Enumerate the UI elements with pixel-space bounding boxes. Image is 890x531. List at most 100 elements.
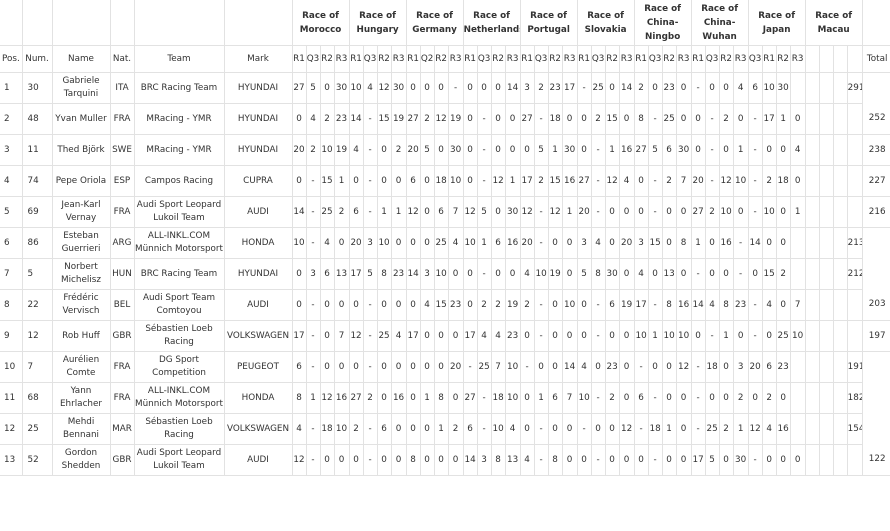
score-cell: 20	[349, 227, 364, 259]
score-cell: 30	[605, 258, 620, 290]
score-cell: 10	[733, 165, 749, 197]
race-header-row: Race of Morocco Race of Hungary Race of …	[0, 0, 890, 46]
score-cell: 17	[520, 165, 535, 197]
score-cell: 10	[762, 196, 777, 228]
score-cell: 3	[420, 258, 435, 290]
number-cell: 68	[22, 382, 53, 414]
score-cell: -	[448, 72, 464, 104]
number-cell: 69	[22, 196, 53, 228]
score-cell: -	[591, 196, 606, 228]
score-cell: 0	[648, 351, 663, 383]
score-cell: 18	[705, 351, 720, 383]
score-cell: -	[520, 351, 535, 383]
score-cell: -	[363, 320, 378, 352]
score-cell: 18	[320, 413, 335, 445]
mark-cell: PEUGEOT	[224, 351, 293, 383]
score-cell: 10	[577, 382, 592, 414]
mark-cell: HYUNDAI	[224, 258, 293, 290]
number-cell: 52	[22, 444, 53, 476]
score-cell	[819, 103, 834, 135]
session-header: Q3	[306, 45, 321, 73]
score-cell: 0	[391, 227, 407, 259]
number-cell: 86	[22, 227, 53, 259]
driver-name-cell: Esteban Guerrieri	[52, 227, 111, 259]
score-cell: -	[363, 196, 378, 228]
score-cell: 27	[349, 382, 364, 414]
score-cell: 0	[634, 444, 649, 476]
score-cell	[790, 351, 806, 383]
session-header: Q3	[705, 45, 720, 73]
total-cell: 154	[847, 413, 863, 445]
score-cell: 0	[605, 320, 620, 352]
score-cell: 12	[292, 444, 307, 476]
score-cell: 0	[605, 227, 620, 259]
session-header: R2	[491, 45, 506, 73]
team-cell: Sébastien Loeb Racing	[134, 320, 225, 352]
score-cell: -	[591, 289, 606, 321]
score-cell: -	[748, 289, 763, 321]
score-cell: 0	[391, 289, 407, 321]
score-cell: -	[477, 258, 492, 290]
score-cell: 0	[577, 444, 592, 476]
score-cell: 23	[733, 289, 749, 321]
score-cell: 0	[648, 258, 663, 290]
score-cell: 20	[748, 351, 763, 383]
score-cell: 0	[705, 258, 720, 290]
session-header: R1	[520, 45, 535, 73]
score-cell: 18	[648, 413, 663, 445]
number-cell: 12	[22, 320, 53, 352]
driver-name-cell: Frédéric Vervisch	[52, 289, 111, 321]
score-cell: 4	[705, 289, 720, 321]
nationality-cell: BEL	[110, 289, 135, 321]
score-cell: 6	[349, 196, 364, 228]
score-cell: 14	[505, 72, 521, 104]
driver-name-cell: Rob Huff	[52, 320, 111, 352]
team-cell: MRacing - YMR	[134, 103, 225, 135]
number-cell: 25	[22, 413, 53, 445]
score-cell: 14	[406, 258, 421, 290]
score-cell: 0	[719, 382, 734, 414]
score-cell: 16	[619, 134, 635, 166]
score-cell: -	[648, 165, 663, 197]
score-cell: 4	[491, 320, 506, 352]
race-header-slovakia: Race of Slovakia	[577, 0, 635, 46]
score-cell: 4	[292, 413, 307, 445]
score-cell: 0	[377, 444, 392, 476]
score-cell: 10	[762, 72, 777, 104]
score-cell	[833, 72, 848, 104]
score-cell: 0	[562, 103, 578, 135]
race-header-japan: Race of Japan	[748, 0, 806, 46]
score-cell: 25	[705, 413, 720, 445]
score-cell	[833, 258, 848, 290]
table-row: 7 5 Norbert Michelisz HUN BRC Racing Team HYU…	[0, 258, 890, 290]
score-cell: 3	[733, 351, 749, 383]
total-cell: 197	[862, 320, 890, 352]
score-cell: 0	[691, 103, 706, 135]
nationality-cell: GBR	[110, 444, 135, 476]
team-cell: Audi Sport Team Comtoyou	[134, 289, 225, 321]
score-cell: 8	[377, 258, 392, 290]
team-cell: ALL-INKL.COM Münnich Motorsport	[134, 227, 225, 259]
score-cell: 4	[520, 444, 535, 476]
score-cell: 25	[477, 351, 492, 383]
score-cell: 0	[662, 351, 677, 383]
score-cell: 0	[377, 289, 392, 321]
score-cell: 6	[377, 413, 392, 445]
nationality-cell: HUN	[110, 258, 135, 290]
session-header: Q3	[748, 45, 763, 73]
score-cell	[790, 72, 806, 104]
score-cell: 0	[662, 382, 677, 414]
score-cell: 17	[762, 103, 777, 135]
score-cell	[805, 196, 820, 228]
score-cell: 0	[662, 196, 677, 228]
mark-cell: HYUNDAI	[224, 72, 293, 104]
score-cell: 16	[676, 289, 692, 321]
score-cell: 16	[391, 382, 407, 414]
score-cell: 2	[520, 289, 535, 321]
score-cell: 18	[548, 103, 563, 135]
score-cell: 0	[634, 196, 649, 228]
score-cell: 0	[520, 134, 535, 166]
session-header: R2	[434, 45, 449, 73]
score-cell: 0	[463, 258, 478, 290]
score-cell: -	[534, 196, 549, 228]
